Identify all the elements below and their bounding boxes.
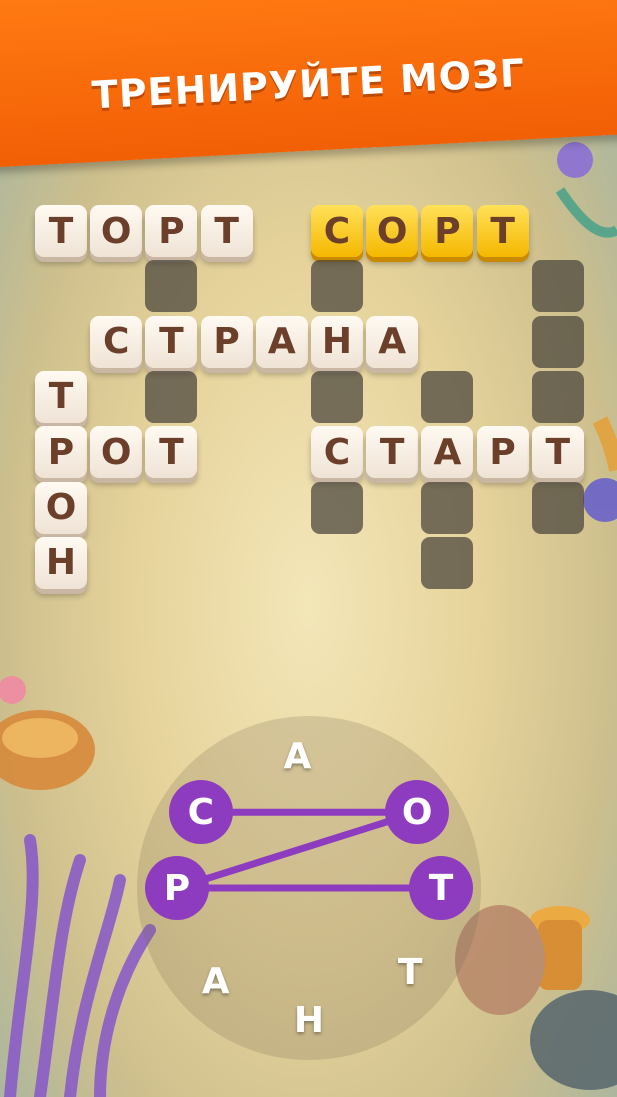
grid-cell-letter: А [255,315,308,368]
grid-cell-letter: Т [35,205,87,257]
grid-cell-empty [311,260,363,313]
grid-cell-letter: Н [35,536,87,589]
wheel-letter[interactable]: А [184,949,248,1013]
grid-cell-letter: Т [531,426,584,479]
grid-cell-letter: Н [311,315,363,368]
grid-cell-empty [421,481,474,534]
grid-cell-empty [531,370,584,423]
grid-cell-empty [421,536,474,589]
grid-cell-empty [311,370,363,423]
grid-cell-letter: Т [145,426,198,479]
wheel-letter[interactable]: Н [277,988,341,1052]
wheel-letter[interactable]: А [265,725,329,789]
grid-cell-letter: Т [145,315,198,368]
grid-cell-letter: Т [35,370,87,423]
grid-cell-empty [531,260,584,313]
wheel-letter-selected[interactable]: Р [145,856,209,920]
grid-cell-empty [311,481,363,534]
grid-cell-empty [145,370,198,423]
grid-cell-empty [531,315,584,368]
grid-cell-letter: Т [200,205,253,257]
grid-cell-empty [145,260,198,313]
wheel-letter-selected[interactable]: С [168,780,233,845]
grid-cell-letter: О [90,205,143,257]
grid-cell-letter: Р [200,315,253,368]
grid-cell-letter: Р [145,205,198,257]
grid-cell-letter: О [35,481,87,534]
grid-cell-letter: Т [476,205,529,257]
wheel-letter-selected[interactable]: Т [409,856,473,920]
grid-cell-empty [531,481,584,534]
wheel-letter-selected[interactable]: О [385,780,450,845]
grid-cell-letter: А [366,315,419,368]
wheel-letter[interactable]: Т [378,941,442,1005]
grid-cell-letter: О [366,205,419,257]
grid-cell-letter: О [90,426,143,479]
grid-cell-letter: Т [366,426,419,479]
grid-cell-letter: Р [476,426,529,479]
letter-wheel[interactable]: АОТТНАРС [137,716,481,1060]
grid-cell-letter: С [311,426,363,479]
grid-cell-letter: С [311,205,363,257]
grid-cell-letter: Р [421,205,474,257]
grid-cell-letter: С [90,315,143,368]
grid-cell-letter: Р [35,426,87,479]
grid-cell-letter: А [421,426,474,479]
grid-cell-empty [421,370,474,423]
